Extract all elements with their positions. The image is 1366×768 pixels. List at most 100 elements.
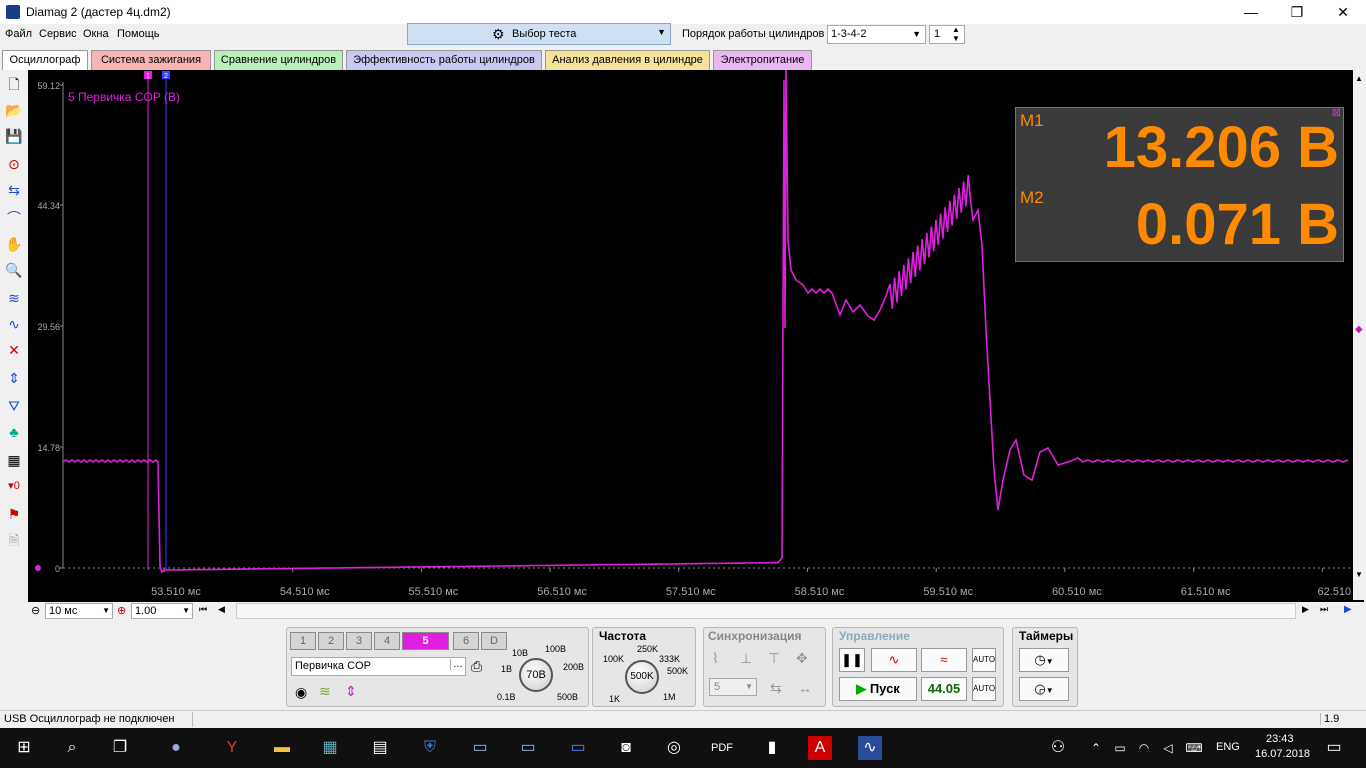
zoom-icon[interactable]: 🔍 <box>4 260 24 280</box>
volume-icon[interactable]: ◁ <box>1156 736 1180 760</box>
browse-icon[interactable]: … <box>450 659 463 670</box>
wave-icon[interactable]: ≋ <box>4 288 24 308</box>
tab-cylinder-efficiency[interactable]: Эффективность работы цилиндров <box>346 50 542 70</box>
people-icon[interactable]: ⚇ <box>1046 736 1070 760</box>
notifications-icon[interactable]: ▭ <box>1322 736 1346 760</box>
single-wave-button[interactable]: ∿ <box>871 648 917 672</box>
close-button[interactable]: ✕ <box>1320 0 1366 24</box>
sync-arrows-icon[interactable]: ⇆ <box>770 680 782 697</box>
hand-icon[interactable]: ✋ <box>4 234 24 254</box>
yandex-browser-icon[interactable]: Y <box>220 736 244 760</box>
pdf-icon[interactable]: PDF <box>710 736 734 760</box>
clock-time[interactable]: 23:43 <box>1266 733 1294 745</box>
spin-up-icon[interactable]: ▲ <box>952 25 960 34</box>
menu-windows[interactable]: Окна <box>83 28 109 40</box>
channel-5-button[interactable]: 5 <box>402 632 449 650</box>
channel-1-button[interactable]: 1 <box>290 632 316 650</box>
auto-icon[interactable]: ⊙ <box>4 154 24 174</box>
channel-6-button[interactable]: 6 <box>453 632 479 650</box>
printer-icon[interactable]: ⎙ <box>471 658 482 675</box>
channel-2-button[interactable]: 2 <box>318 632 344 650</box>
auto-sync-icon[interactable]: ✥ <box>796 650 808 667</box>
auto-button[interactable]: AUTO <box>972 648 996 672</box>
to-end-icon[interactable]: ⏭ <box>1320 604 1328 615</box>
channel-3-button[interactable]: 3 <box>346 632 372 650</box>
tree-icon[interactable]: ♣ <box>4 422 24 442</box>
monitor-app-icon[interactable]: ▭ <box>516 736 540 760</box>
target-icon[interactable]: ◎ <box>662 736 686 760</box>
tray-chevron-icon[interactable]: ⌃ <box>1084 736 1108 760</box>
minimize-button[interactable]: — <box>1228 0 1274 24</box>
scroll-down-icon[interactable]: ▼ <box>1355 570 1363 579</box>
scroll-up-icon[interactable]: ▲ <box>1355 74 1363 83</box>
channel-d-button[interactable]: D <box>481 632 507 650</box>
tab-oscilloscope[interactable]: Осциллограф <box>2 50 88 70</box>
network-app-icon[interactable]: ▭ <box>468 736 492 760</box>
task-view-icon[interactable]: ❐ <box>108 736 132 760</box>
start-button[interactable]: ▶ Пуск <box>839 677 917 701</box>
arc-icon[interactable]: ⌒ <box>4 208 24 228</box>
multi-wave-button[interactable]: ≈ <box>921 648 967 672</box>
measure-icon[interactable]: ⇆ <box>4 180 24 200</box>
auto-play-button[interactable]: AUTO <box>972 677 996 701</box>
menu-service[interactable]: Сервис <box>39 28 77 40</box>
menu-help[interactable]: Помощь <box>117 28 160 40</box>
search-icon[interactable]: ⌕ <box>60 736 84 760</box>
flag-icon[interactable]: ⚑ <box>4 504 24 524</box>
zoom-out-icon[interactable]: ⊖ <box>31 604 40 617</box>
pause-button[interactable]: ❚❚ <box>839 648 865 672</box>
usb-icon[interactable]: ▮ <box>760 736 784 760</box>
prev-icon[interactable]: ◀ <box>218 604 225 615</box>
save-icon[interactable]: 💾 <box>4 126 24 146</box>
vertical-arrows-icon[interactable]: ⇕ <box>345 683 357 700</box>
tab-ignition[interactable]: Система зажигания <box>91 50 211 70</box>
shield-icon[interactable]: ⛨ <box>418 736 442 760</box>
tab-cylinder-compare[interactable]: Сравнение цилиндров <box>214 50 343 70</box>
cylinder-order-select[interactable]: 1-3-4-2 ▼ <box>827 25 926 44</box>
start-icon[interactable]: ⊞ <box>12 736 36 760</box>
zoom-select[interactable]: 1.00 ▼ <box>131 603 193 619</box>
test-select-dropdown[interactable]: ⚙ Выбор теста ▼ <box>407 23 671 45</box>
frequency-knob[interactable]: 500K <box>625 660 659 694</box>
vertical-scrollbar[interactable]: ▲ ◆ ▼ <box>1353 70 1366 600</box>
store-icon[interactable]: ▦ <box>318 736 342 760</box>
keyboard-icon[interactable]: ⌨ <box>1182 736 1206 760</box>
vertical-arrows-icon[interactable]: ⇕ <box>4 368 24 388</box>
timer-2-button[interactable]: ◶▼ <box>1019 677 1069 701</box>
play-icon[interactable]: ▶ <box>1344 604 1352 615</box>
camera-icon[interactable]: ◙ <box>614 736 638 760</box>
wave-alt-icon[interactable]: ∿ <box>4 314 24 334</box>
horizontal-scrollbar[interactable] <box>236 603 1296 619</box>
cylinder-spinner[interactable]: 1 ▲ ▼ <box>929 25 965 44</box>
next-icon[interactable]: ▶ <box>1302 604 1309 615</box>
language-indicator[interactable]: ENG <box>1216 741 1240 753</box>
tab-pressure-analysis[interactable]: Анализ давления в цилиндре <box>545 50 710 70</box>
zoom-in-icon[interactable]: ⊕ <box>117 604 126 617</box>
timebase-select[interactable]: 10 мс ▼ <box>45 603 113 619</box>
tab-power-supply[interactable]: Электропитание <box>713 50 812 70</box>
microphone-icon[interactable]: ● <box>164 736 188 760</box>
level-marker-icon[interactable]: ◆ <box>1355 324 1363 335</box>
wave-icon[interactable]: ≋ <box>319 683 331 700</box>
to-start-icon[interactable]: ⏮ <box>199 604 207 615</box>
clock-date[interactable]: 16.07.2018 <box>1255 748 1310 760</box>
spin-down-icon[interactable]: ▼ <box>952 34 960 43</box>
wifi-icon[interactable]: ◠ <box>1132 736 1156 760</box>
sync-center-icon[interactable]: ↔ <box>798 680 812 696</box>
diamag-icon[interactable]: ∿ <box>858 736 882 760</box>
file-explorer-icon[interactable]: ▬ <box>270 736 294 760</box>
open-folder-icon[interactable]: 📂 <box>4 100 24 120</box>
level-up-icon[interactable]: ⊥ <box>740 650 752 667</box>
level-down-icon[interactable]: ⊤ <box>768 650 780 667</box>
channel-4-button[interactable]: 4 <box>374 632 400 650</box>
maximize-button[interactable]: ❐ <box>1274 0 1320 24</box>
page-icon[interactable]: 🗎 <box>4 530 24 550</box>
cross-icon[interactable]: ✕ <box>4 340 24 360</box>
new-file-icon[interactable]: 🗋 <box>4 74 24 94</box>
channel-name-input[interactable]: Первичка COP … <box>291 657 466 676</box>
timer-1-button[interactable]: ◷▼ <box>1019 648 1069 672</box>
rising-edge-icon[interactable]: ⌇ <box>712 650 719 667</box>
calculator-icon[interactable]: ▤ <box>368 736 392 760</box>
menu-file[interactable]: Файл <box>5 28 32 40</box>
close-icon[interactable]: ⊠ <box>1332 106 1341 119</box>
